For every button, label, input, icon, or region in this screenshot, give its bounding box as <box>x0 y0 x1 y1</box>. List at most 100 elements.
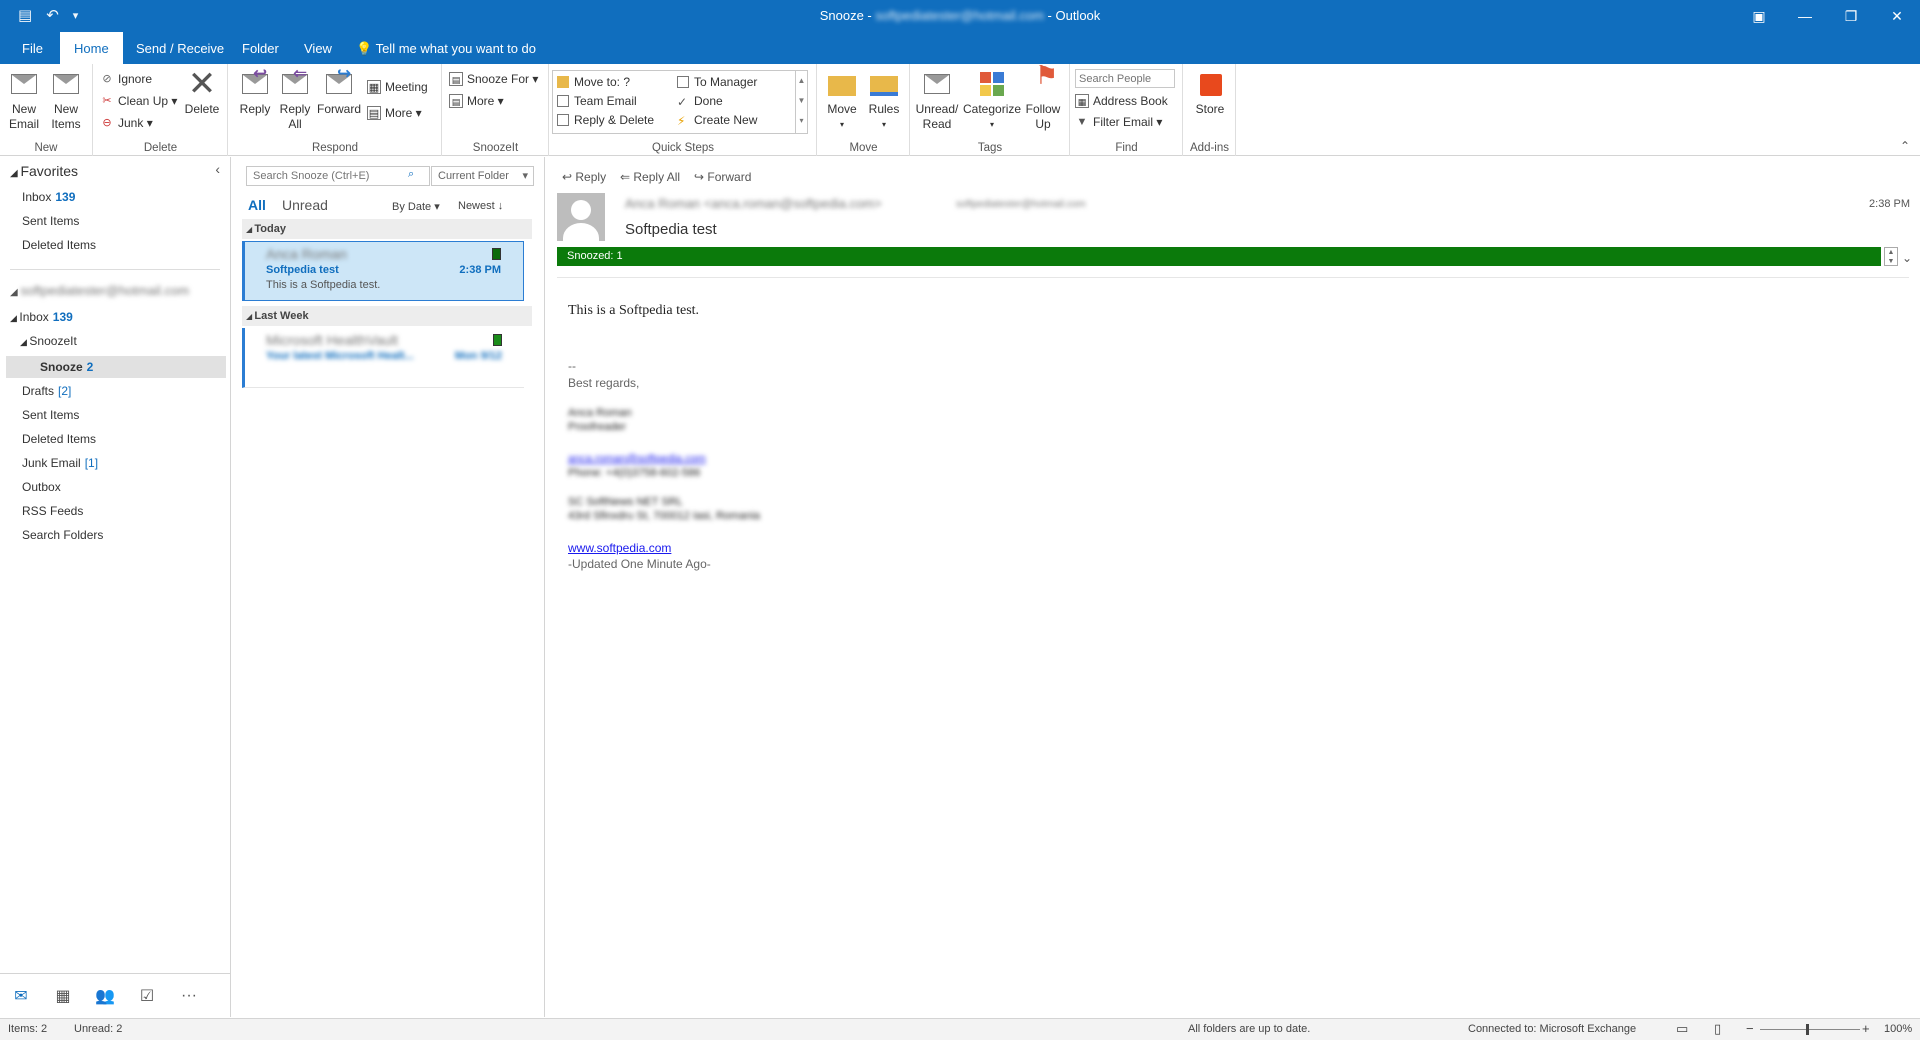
folder-search-folders[interactable]: Search Folders <box>22 525 103 545</box>
categorize-button[interactable]: Categorize ▾ <box>963 68 1021 132</box>
reply-all-button[interactable]: ⇐ Reply All <box>620 170 680 184</box>
tab-home[interactable]: Home <box>60 32 123 64</box>
list-item[interactable]: Anca Roman Softpedia test 2:38 PM This i… <box>242 241 524 301</box>
snooze-for-button[interactable]: ▤ Snooze For ▾ <box>449 70 538 88</box>
message-list-pane: ⌕ Current Folder▾ All Unread By Date ▾ N… <box>232 157 545 1017</box>
respond-more-button[interactable]: ▤ More ▾ <box>367 104 422 122</box>
quick-step-done[interactable]: ✓ Done <box>677 92 723 110</box>
signature-role: Proofreader <box>568 421 627 433</box>
minimize-button[interactable]: — <box>1782 0 1828 32</box>
reading-view-icon[interactable]: ▯ <box>1714 1021 1721 1037</box>
folder-outbox[interactable]: Outbox <box>22 477 61 497</box>
tab-file[interactable]: File <box>8 32 57 64</box>
tell-me-box[interactable]: 💡 Tell me what you want to do <box>342 32 550 64</box>
tab-view[interactable]: View <box>290 32 346 64</box>
folder-inbox[interactable]: ◢ Inbox 139 <box>10 307 73 327</box>
delete-button[interactable]: ✕ Delete <box>178 67 226 117</box>
snoozed-info-bar: Snoozed: 1 <box>557 247 1881 266</box>
calendar-icon[interactable]: ▦ <box>42 986 84 1006</box>
categorize-icon <box>976 68 1008 100</box>
close-button[interactable]: ✕ <box>1874 0 1920 32</box>
quick-step-to-manager[interactable]: To Manager <box>677 73 757 91</box>
snooze-more-icon: ▤ <box>449 94 463 108</box>
folder-junk-email[interactable]: Junk Email [1] <box>22 453 98 473</box>
info-bar-scroll[interactable]: ▲ ▼ <box>1884 247 1898 266</box>
zoom-level[interactable]: 100% <box>1884 1023 1912 1035</box>
zoom-out-button[interactable]: − <box>1746 1021 1754 1036</box>
folder-snooze[interactable]: Snooze 2 <box>40 357 93 377</box>
snoozeit-more-button[interactable]: ▤ More ▾ <box>449 92 504 110</box>
account-header[interactable]: ◢ softpediatester@hotmail.com <box>10 283 189 298</box>
quick-step-team-email[interactable]: Team Email <box>557 92 637 110</box>
category-flag-icon[interactable] <box>492 248 501 260</box>
ignore-button[interactable]: ⊘ Ignore <box>100 70 152 88</box>
section-today[interactable]: ◢ Today <box>242 219 532 239</box>
expand-header-icon[interactable]: ⌄ <box>1902 251 1912 265</box>
signature-dash: -- <box>568 359 576 373</box>
favorite-deleted-items[interactable]: Deleted Items <box>22 235 96 255</box>
section-last-week[interactable]: ◢ Last Week <box>242 306 532 326</box>
reply-button[interactable]: ↩ Reply <box>562 170 606 184</box>
sort-order-toggle[interactable]: Newest ↓ <box>458 200 503 212</box>
new-items-button[interactable]: New Items <box>42 68 90 132</box>
favorites-header[interactable]: ◢ Favorites <box>10 163 78 179</box>
favorite-inbox[interactable]: Inbox 139 <box>22 187 75 207</box>
title-bar: ▤ ↶ ▾ Snooze - softpediatester@hotmail.c… <box>0 0 1920 32</box>
ribbon-display-options-icon[interactable]: ▣ <box>1736 0 1782 32</box>
more-modules-icon[interactable]: ··· <box>168 987 210 1005</box>
status-connection[interactable]: Connected to: Microsoft Exchange <box>1468 1023 1636 1035</box>
reply-all-button[interactable]: ⇐ Reply All <box>271 65 319 132</box>
sender[interactable]: Anca Roman <anca.roman@softpedia.com> <box>625 196 882 211</box>
search-icon[interactable]: ⌕ <box>408 168 414 181</box>
junk-button[interactable]: ⊖ Junk ▾ <box>100 114 152 132</box>
folder-drafts[interactable]: Drafts [2] <box>22 381 71 401</box>
favorite-sent-items[interactable]: Sent Items <box>22 211 79 231</box>
follow-up-button[interactable]: ⚑ Follow Up <box>1019 62 1067 132</box>
search-people-input[interactable] <box>1075 69 1175 88</box>
restore-button[interactable]: ❐ <box>1828 0 1874 32</box>
quick-step-move-to[interactable]: Move to: ? <box>557 73 630 91</box>
category-flag-icon[interactable] <box>493 334 502 346</box>
ribbon-tabs: File Home Send / Receive Folder View 💡 T… <box>0 32 1920 64</box>
zoom-in-button[interactable]: + <box>1862 1021 1870 1036</box>
recipient[interactable]: softpediatester@hotmail.com <box>956 199 1086 210</box>
quick-step-create-new[interactable]: ⚡ Create New <box>677 111 757 129</box>
folder-sent-items[interactable]: Sent Items <box>22 405 79 425</box>
tab-folder[interactable]: Folder <box>228 32 293 64</box>
tasks-icon[interactable]: ☑ <box>126 986 168 1006</box>
filter-unread[interactable]: Unread <box>282 197 328 213</box>
people-icon[interactable]: 👥 <box>84 986 126 1006</box>
collapse-ribbon-icon[interactable]: ⌃ <box>1900 139 1910 153</box>
new-email-button[interactable]: New Email <box>0 68 48 132</box>
zoom-slider-thumb[interactable] <box>1806 1024 1809 1035</box>
signature-website-link[interactable]: www.softpedia.com <box>568 541 671 555</box>
forward-button[interactable]: ↪ Forward <box>694 170 751 184</box>
filter-all[interactable]: All <box>248 197 266 213</box>
forward-button[interactable]: ↪ Forward <box>315 65 363 117</box>
zoom-slider-track[interactable] <box>1760 1029 1860 1030</box>
folder-deleted-items[interactable]: Deleted Items <box>22 429 96 449</box>
mail-icon[interactable]: ✉ <box>0 986 42 1006</box>
address-book-button[interactable]: ▦ Address Book <box>1075 92 1168 110</box>
normal-view-icon[interactable]: ▭ <box>1676 1021 1688 1037</box>
signature-email-link[interactable]: anca.roman@softpedia.com <box>568 453 706 465</box>
folder-snoozeit[interactable]: ◢ SnoozeIt <box>20 331 77 351</box>
status-sync: All folders are up to date. <box>1188 1023 1311 1035</box>
search-mailbox-input[interactable] <box>246 166 430 186</box>
folder-rss-feeds[interactable]: RSS Feeds <box>22 501 83 521</box>
collapse-pane-icon[interactable]: ‹ <box>215 161 220 177</box>
move-button[interactable]: Move ▾ <box>818 68 866 132</box>
meeting-button[interactable]: ▦ Meeting <box>367 78 428 96</box>
rules-button[interactable]: Rules ▾ <box>860 68 908 132</box>
store-button[interactable]: Store <box>1186 68 1234 117</box>
quick-step-reply-delete[interactable]: Reply & Delete <box>557 111 654 129</box>
quick-steps-scroll[interactable]: ▲ ▼ ▾ <box>795 71 807 133</box>
filter-email-button[interactable]: ▼ Filter Email ▾ <box>1075 113 1163 131</box>
search-scope-dropdown[interactable]: Current Folder ▾ <box>431 166 534 186</box>
clean-up-button[interactable]: ✂ Clean Up ▾ <box>100 92 177 110</box>
sort-by-dropdown[interactable]: By Date ▾ <box>392 200 440 213</box>
tab-send-receive[interactable]: Send / Receive <box>122 32 238 64</box>
list-item[interactable]: Microsoft HealthVault Your latest Micros… <box>242 328 524 388</box>
unread-read-button[interactable]: Unread/ Read <box>913 68 961 132</box>
folder-icon <box>557 76 569 88</box>
